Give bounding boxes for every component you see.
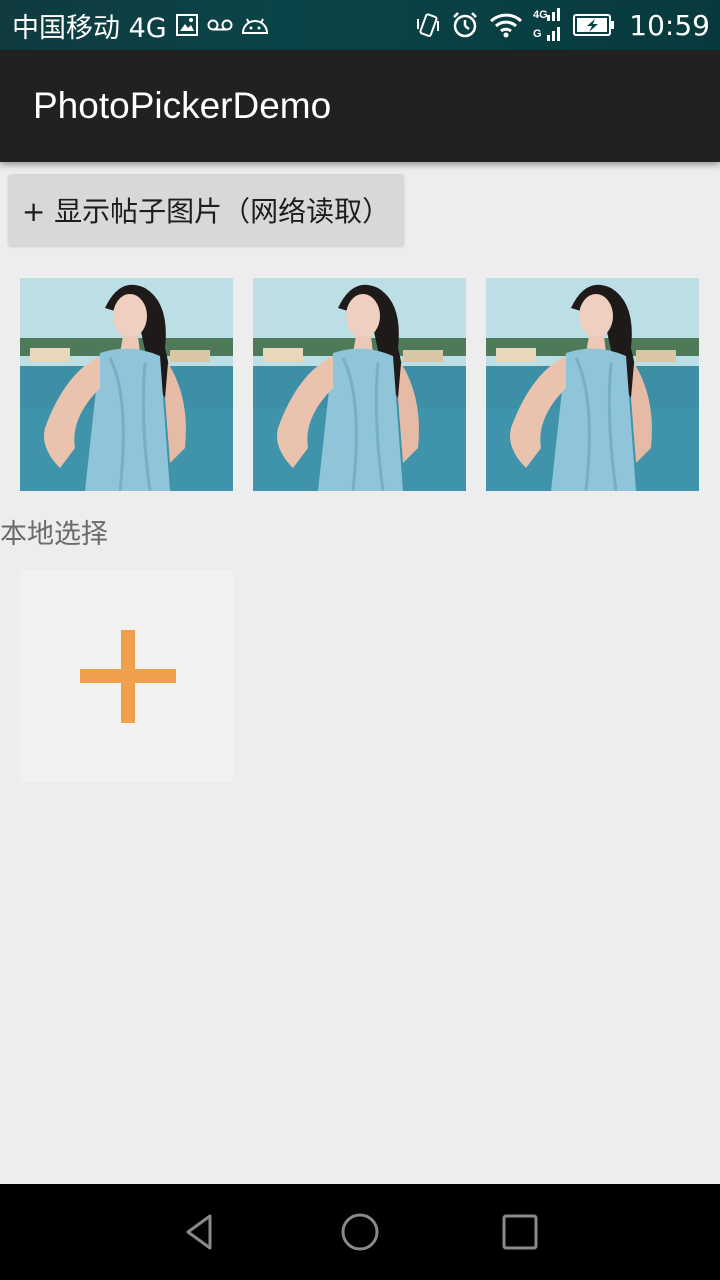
battery-charging-icon	[573, 13, 615, 37]
alarm-icon	[451, 11, 479, 39]
wifi-icon	[489, 12, 523, 38]
back-icon[interactable]	[176, 1208, 224, 1256]
signal-4g-icon: 4G G	[533, 7, 563, 43]
status-left: 中国移动 4G	[12, 6, 415, 45]
status-time: 10:59	[629, 8, 710, 42]
android-icon	[241, 15, 269, 35]
add-photo-button[interactable]	[20, 570, 233, 782]
signal-label-top: 4G	[533, 9, 548, 21]
status-right: 4G G 10:59	[415, 7, 710, 43]
local-select-label: 本地选择	[0, 519, 108, 550]
image-notification-icon	[175, 13, 199, 37]
network-photo-2[interactable]	[253, 278, 466, 491]
screen: 中国移动 4G 4G G 10:59 PhotoPickerDemo + 显示帖…	[0, 0, 720, 1280]
carrier-label: 中国移动 4G	[12, 12, 167, 44]
vibrate-icon	[415, 11, 441, 39]
status-bar: 中国移动 4G 4G G 10:59	[0, 0, 720, 50]
plus-icon	[80, 630, 176, 730]
recents-icon[interactable]	[496, 1208, 544, 1256]
network-photo-grid	[20, 278, 700, 491]
app-bar: PhotoPickerDemo	[0, 50, 720, 162]
show-post-images-button[interactable]: + 显示帖子图片（网络读取）	[8, 174, 404, 246]
network-photo-3[interactable]	[486, 278, 699, 491]
signal-label-bottom: G	[533, 28, 542, 40]
voicemail-icon	[207, 17, 233, 33]
home-icon[interactable]	[336, 1208, 384, 1256]
network-photo-1[interactable]	[20, 278, 233, 491]
navigation-bar	[0, 1184, 720, 1280]
app-title: PhotoPickerDemo	[33, 85, 332, 126]
